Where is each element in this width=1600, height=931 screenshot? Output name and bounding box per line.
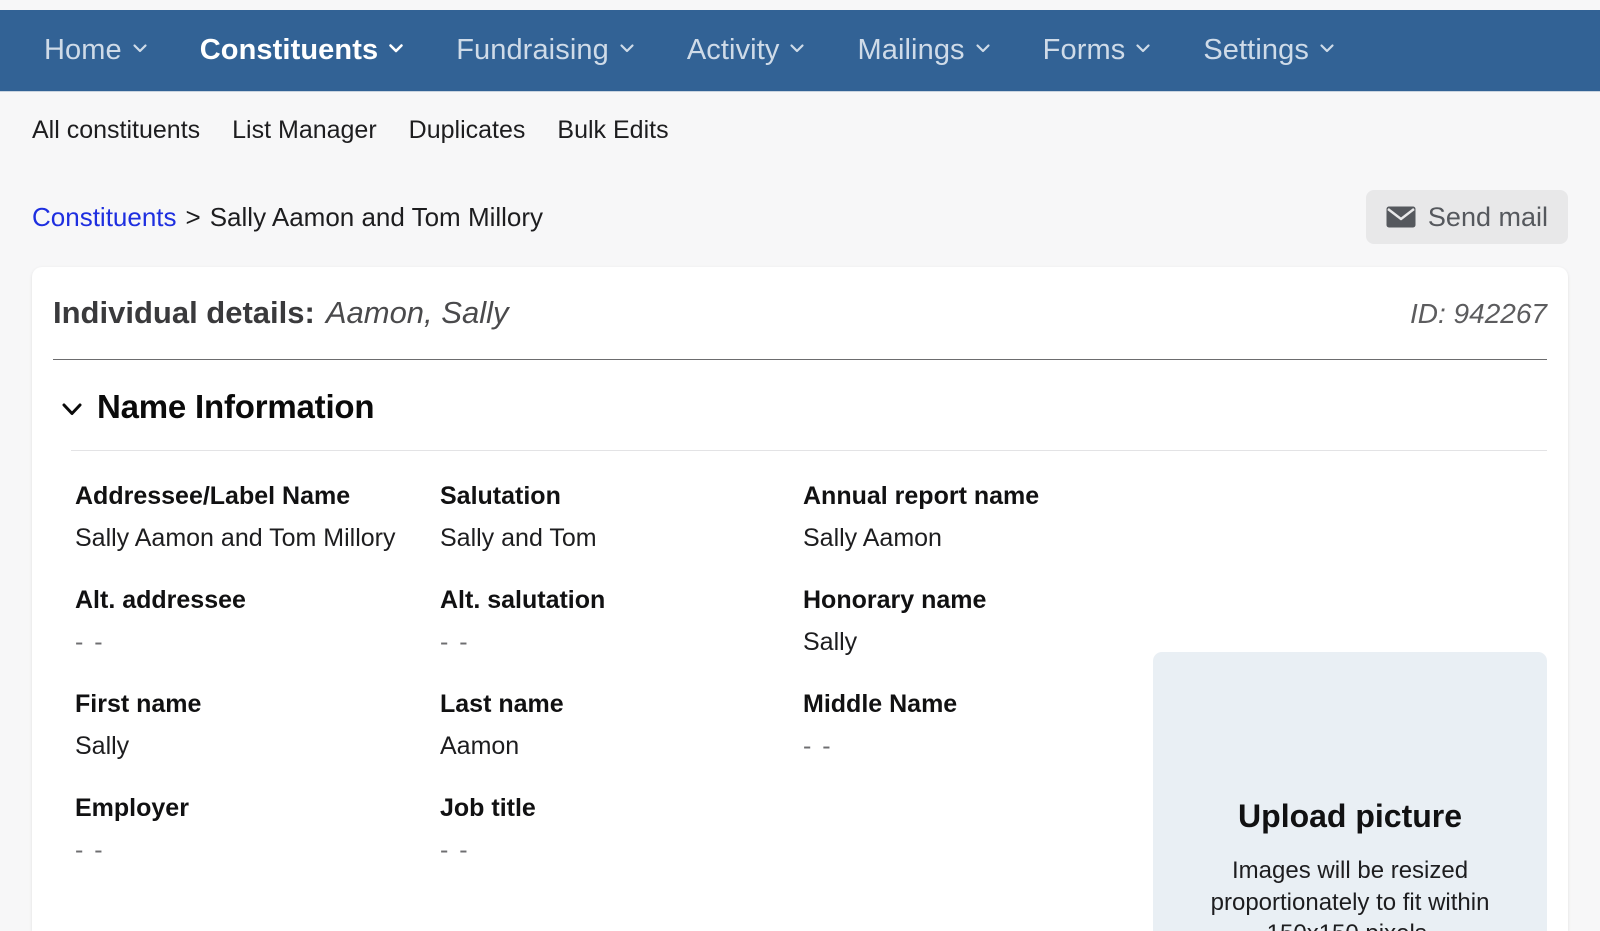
card-body: Addressee/Label Name Sally Aamon and Tom… [49,451,1551,931]
chevron-down-icon [1319,40,1335,56]
subnav-item-list-manager[interactable]: List Manager [216,93,393,167]
field-label: Addressee/Label Name [75,482,351,510]
field-value: - - [75,835,105,864]
breadcrumb-current: Sally Aamon and Tom Millory [209,201,544,232]
chevron-down-icon [1135,40,1151,56]
send-mail-label: Send mail [1427,201,1548,232]
nav-item-label: Mailings [857,34,965,66]
field-value: Sally [803,627,858,656]
chevron-down-icon[interactable] [59,396,82,415]
nav-item-settings[interactable]: Settings [1177,10,1361,92]
field-row: First name Sally Last name Aamon Middle … [75,689,1153,793]
chevron-down-icon [789,40,805,56]
field-value: - - [75,627,105,656]
field-value: - - [440,627,470,656]
field-label: Last name [440,690,564,718]
field-label: Employer [75,794,189,822]
field-value: Sally and Tom [440,523,597,552]
nav-item-label: Activity [686,34,780,66]
field-label: Annual report name [803,482,1040,510]
breadcrumb-row: Constituents > Sally Aamon and Tom Millo… [0,167,1600,267]
upload-picture-description: Images will be resized proportionately t… [1210,857,1490,931]
field-value: - - [440,835,470,864]
upload-picture-title: Upload picture [1238,798,1463,834]
field-last-name: Last name Aamon [440,689,803,793]
field-salutation: Salutation Sally and Tom [440,481,803,585]
nav-item-label: Constituents [199,34,379,66]
nav-item-forms[interactable]: Forms [1017,10,1178,92]
nav-item-fundraising[interactable]: Fundraising [430,10,661,92]
nav-item-activity[interactable]: Activity [661,10,832,92]
nav-item-mailings[interactable]: Mailings [831,10,1016,92]
fields-grid: Addressee/Label Name Sally Aamon and Tom… [53,451,1153,931]
primary-navigation-bar: Home Constituents Fundraising Activity M [0,10,1600,92]
nav-item-label: Settings [1203,34,1309,66]
field-value: Sally [75,731,130,760]
field-row: Employer - - Job title - - [75,793,1153,897]
breadcrumb: Constituents > Sally Aamon and Tom Millo… [32,202,543,233]
chevron-down-icon [619,40,635,56]
field-label: Middle Name [803,690,958,718]
field-label: Honorary name [803,586,987,614]
field-employer: Employer - - [75,793,440,897]
subnav-item-bulk-edits[interactable]: Bulk Edits [541,93,684,167]
field-row: Alt. addressee - - Alt. salutation - - H… [75,585,1153,689]
field-value: - - [803,731,833,760]
section-title: Name Information [97,388,375,425]
field-label: Job title [440,794,536,822]
field-job-title: Job title - - [440,793,803,897]
field-label: Salutation [440,482,561,510]
page-title-name: Aamon, Sally [325,295,509,330]
nav-item-label: Forms [1042,34,1126,66]
page-title: Individual details: [53,295,315,330]
individual-details-card: Individual details: Aamon, Sally ID: 942… [32,267,1568,931]
field-alt-addressee: Alt. addressee - - [75,585,440,689]
nav-item-label: Home [44,34,122,66]
record-id: ID: 942267 [1410,298,1547,329]
field-empty-slot [803,793,1143,897]
field-value: Sally Aamon and Tom Millory [75,523,396,552]
field-alt-salutation: Alt. salutation - - [440,585,803,689]
nav-item-constituents[interactable]: Constituents [174,10,430,92]
breadcrumb-separator: > [185,201,201,232]
field-annual-report-name: Annual report name Sally Aamon [803,481,1143,585]
upload-picture-panel[interactable]: Upload picture Images will be resized pr… [1153,652,1547,931]
field-value: Sally Aamon [803,523,942,552]
chevron-down-icon [132,40,148,56]
field-label: Alt. addressee [75,586,246,614]
field-label: First name [75,690,202,718]
field-honorary-name: Honorary name Sally [803,585,1143,689]
chevron-down-icon [975,40,991,56]
nav-item-home[interactable]: Home [18,10,174,92]
subnav-item-all-constituents[interactable]: All constituents [16,93,216,167]
nav-item-label: Fundraising [456,34,609,66]
field-middle-name: Middle Name - - [803,689,1143,793]
field-label: Alt. salutation [440,586,606,614]
chevron-down-icon [388,40,404,56]
field-addressee-label-name: Addressee/Label Name Sally Aamon and Tom… [75,481,440,585]
send-mail-button[interactable]: Send mail [1365,190,1568,244]
field-value: Aamon [440,731,520,760]
section-header-name-information[interactable]: Name Information [49,360,1551,426]
card-header: Individual details: Aamon, Sally ID: 942… [49,267,1551,345]
breadcrumb-link-constituents[interactable]: Constituents [32,202,177,233]
window-top-strip [0,0,1600,10]
app-page: Home Constituents Fundraising Activity M [0,0,1600,931]
field-row: Addressee/Label Name Sally Aamon and Tom… [75,481,1153,585]
subnav-item-duplicates[interactable]: Duplicates [393,93,542,167]
envelope-icon [1386,206,1416,228]
field-first-name: First name Sally [75,689,440,793]
secondary-navigation-bar: All constituents List Manager Duplicates… [0,93,1600,167]
